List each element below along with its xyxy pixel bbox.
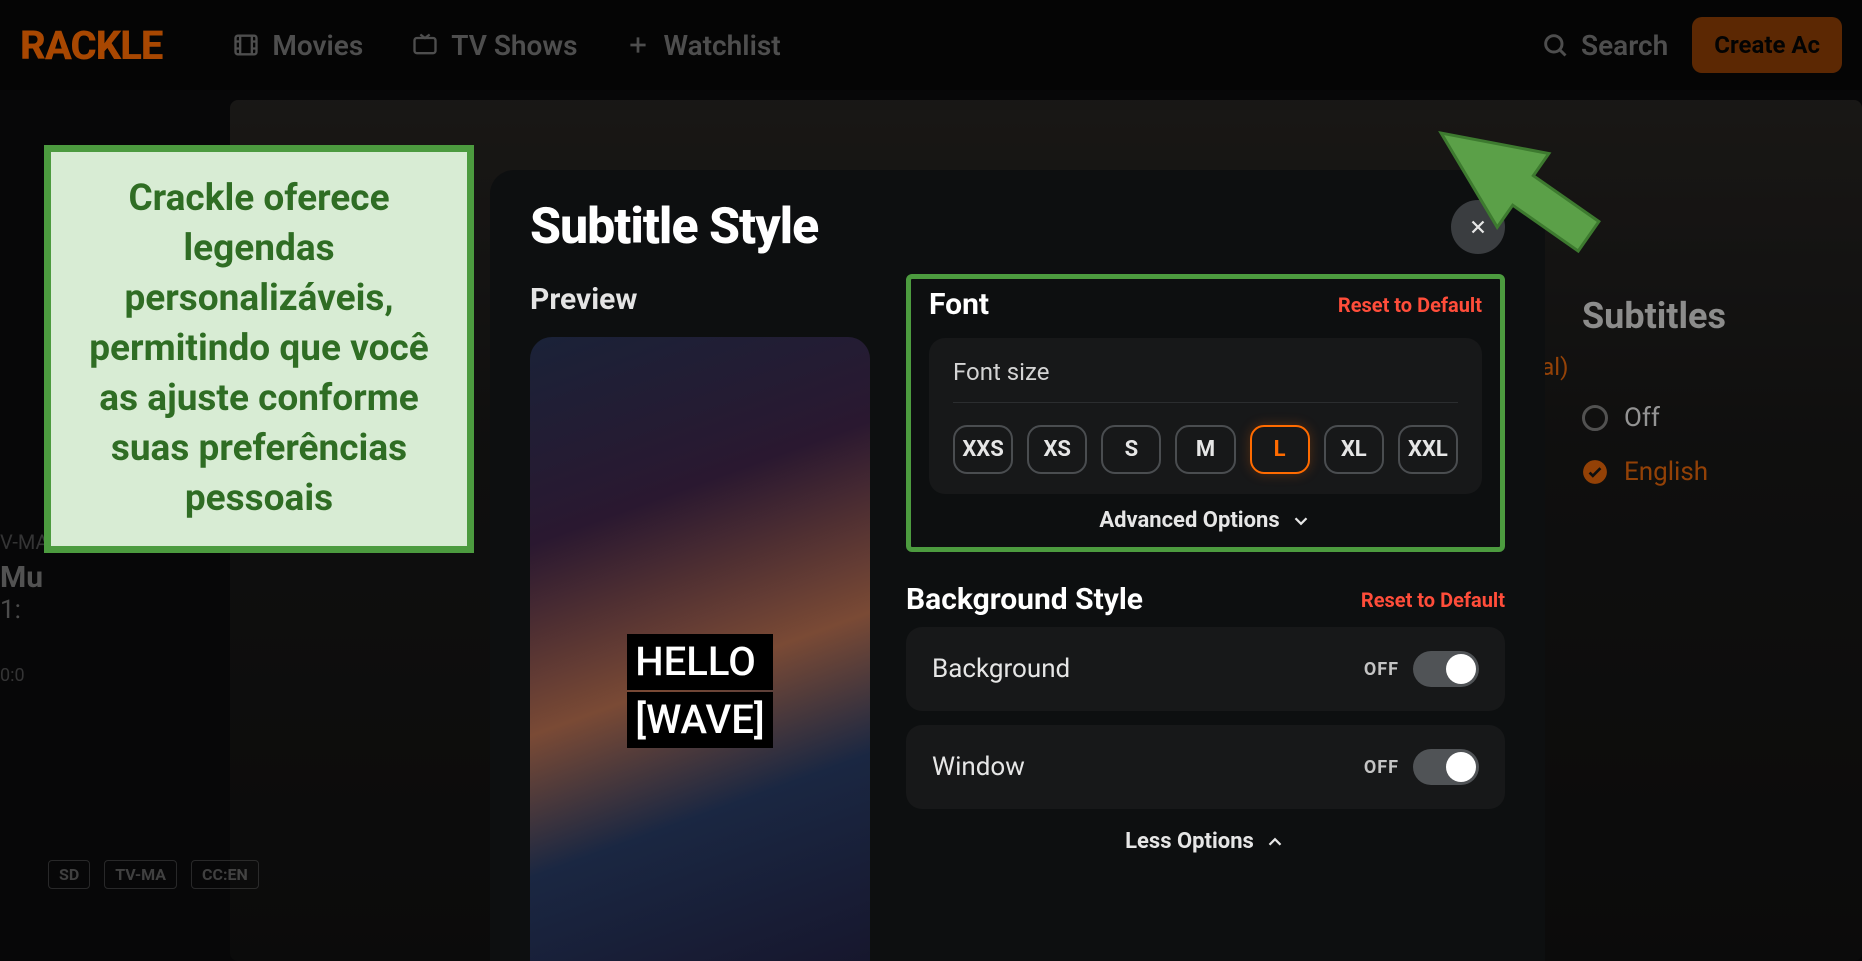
advanced-options-toggle[interactable]: Advanced Options (911, 508, 1500, 533)
top-nav: RACKLE Movies TV Shows Watchlist Search … (0, 0, 1862, 90)
nav-search-label: Search (1581, 29, 1668, 62)
preview-line-1: HELLO (627, 634, 772, 690)
search-icon (1541, 31, 1569, 59)
font-size-xxs[interactable]: XXS (953, 425, 1013, 474)
preview-label: Preview (530, 282, 870, 317)
nav-movies-label: Movies (272, 29, 363, 62)
font-size-row: XXS XS SML XL XXL (953, 402, 1458, 474)
background-toggle-label: Background (932, 654, 1070, 684)
annotation-callout: Crackle oferece legendas personalizáveis… (44, 145, 474, 553)
font-section-title: Font (929, 287, 989, 322)
background-toggle-card: Background OFF (906, 627, 1505, 711)
modal-body: Preview HELLO [WAVE] Font Reset to Defau… (530, 282, 1505, 961)
metadata-badges: SD TV-MA CC:EN (48, 860, 259, 889)
window-toggle-label: Window (932, 752, 1025, 782)
background-toggle-state: OFF (1364, 659, 1399, 680)
subtitle-option-off[interactable]: Off (1582, 403, 1862, 433)
background-section-header: Background Style Reset to Default (906, 582, 1505, 627)
subtitles-panel-title: Subtitles (1582, 295, 1862, 337)
window-toggle-card: Window OFF (906, 725, 1505, 809)
window-toggle-state: OFF (1364, 757, 1399, 778)
font-size-l[interactable]: L (1250, 425, 1310, 474)
font-section-header: Font Reset to Default (911, 279, 1500, 328)
less-options-label: Less Options (1125, 829, 1254, 854)
background-section-title: Background Style (906, 582, 1143, 617)
time-zero: 0:0 (0, 665, 60, 686)
brand-logo[interactable]: RACKLE (20, 22, 162, 69)
nav-tvshows-label: TV Shows (451, 29, 577, 62)
modal-title: Subtitle Style (530, 198, 818, 256)
background-switch[interactable] (1413, 651, 1479, 687)
switch-knob (1446, 654, 1476, 684)
switch-knob (1446, 752, 1476, 782)
preview-box: HELLO [WAVE] (530, 337, 870, 961)
audio-nal: nal) (1528, 353, 1862, 381)
chevron-down-icon (1290, 510, 1312, 532)
preview-column: Preview HELLO [WAVE] (530, 282, 870, 961)
nav-watchlist-label: Watchlist (663, 29, 780, 62)
font-size-xl[interactable]: XL (1324, 425, 1384, 474)
nav-tvshows[interactable]: TV Shows (411, 29, 577, 62)
subtitle-english-label: English (1624, 457, 1708, 487)
annotation-text: Crackle oferece legendas personalizáveis… (69, 174, 449, 524)
font-size-s[interactable]: S (1101, 425, 1161, 474)
create-account-button[interactable]: Create Ac (1692, 17, 1842, 73)
font-size-label: Font size (953, 358, 1458, 386)
less-options-toggle[interactable]: Less Options (906, 823, 1505, 854)
chevron-up-icon (1264, 831, 1286, 853)
title-fragment: Mu (0, 560, 60, 595)
font-size-m[interactable]: M (1175, 425, 1235, 474)
nav-movies[interactable]: Movies (232, 29, 363, 62)
font-section: Font Reset to Default Font size XXS XS SML… (906, 274, 1505, 552)
font-size-xxl[interactable]: XXL (1398, 425, 1458, 474)
nav-items: Movies TV Shows Watchlist (232, 29, 780, 62)
tv-icon (411, 31, 439, 59)
font-size-xs[interactable]: XS (1027, 425, 1087, 474)
subtitles-panel: Subtitles nal) Off English (1582, 295, 1862, 511)
nav-search[interactable]: Search (1541, 29, 1668, 62)
modal-header: Subtitle Style (530, 198, 1505, 256)
advanced-options-label: Advanced Options (1099, 508, 1279, 533)
window-toggle-wrap: OFF (1364, 749, 1479, 785)
radio-icon (1582, 405, 1608, 431)
badge-ccen: CC:EN (191, 860, 259, 889)
subtitle-style-modal: Subtitle Style Preview HELLO [WAVE] Font… (490, 170, 1545, 961)
check-circle-icon (1582, 459, 1608, 485)
background-toggle-wrap: OFF (1364, 651, 1479, 687)
preview-line-2: [WAVE] (627, 692, 772, 748)
subtitle-option-english[interactable]: English (1582, 457, 1862, 487)
font-size-card: Font size XXS XS SML XL XXL (929, 338, 1482, 494)
plus-icon (625, 32, 651, 58)
film-icon (232, 31, 260, 59)
background-section: Background Style Reset to Default Backgr… (906, 582, 1505, 854)
settings-column: Font Reset to Default Font size XXSXSSML… (906, 282, 1505, 961)
badge-sd: SD (48, 860, 90, 889)
background-reset-link[interactable]: Reset to Default (1361, 588, 1505, 612)
annotation-arrow (1390, 100, 1620, 284)
subtitle-off-label: Off (1624, 403, 1660, 433)
nav-watchlist[interactable]: Watchlist (625, 29, 780, 62)
player-side-info: V-MA Mu 1: 0:0 (0, 530, 60, 686)
time-fragment: 1: (0, 595, 60, 625)
font-reset-link[interactable]: Reset to Default (1338, 293, 1482, 317)
window-switch[interactable] (1413, 749, 1479, 785)
badge-tvma: TV-MA (104, 860, 177, 889)
